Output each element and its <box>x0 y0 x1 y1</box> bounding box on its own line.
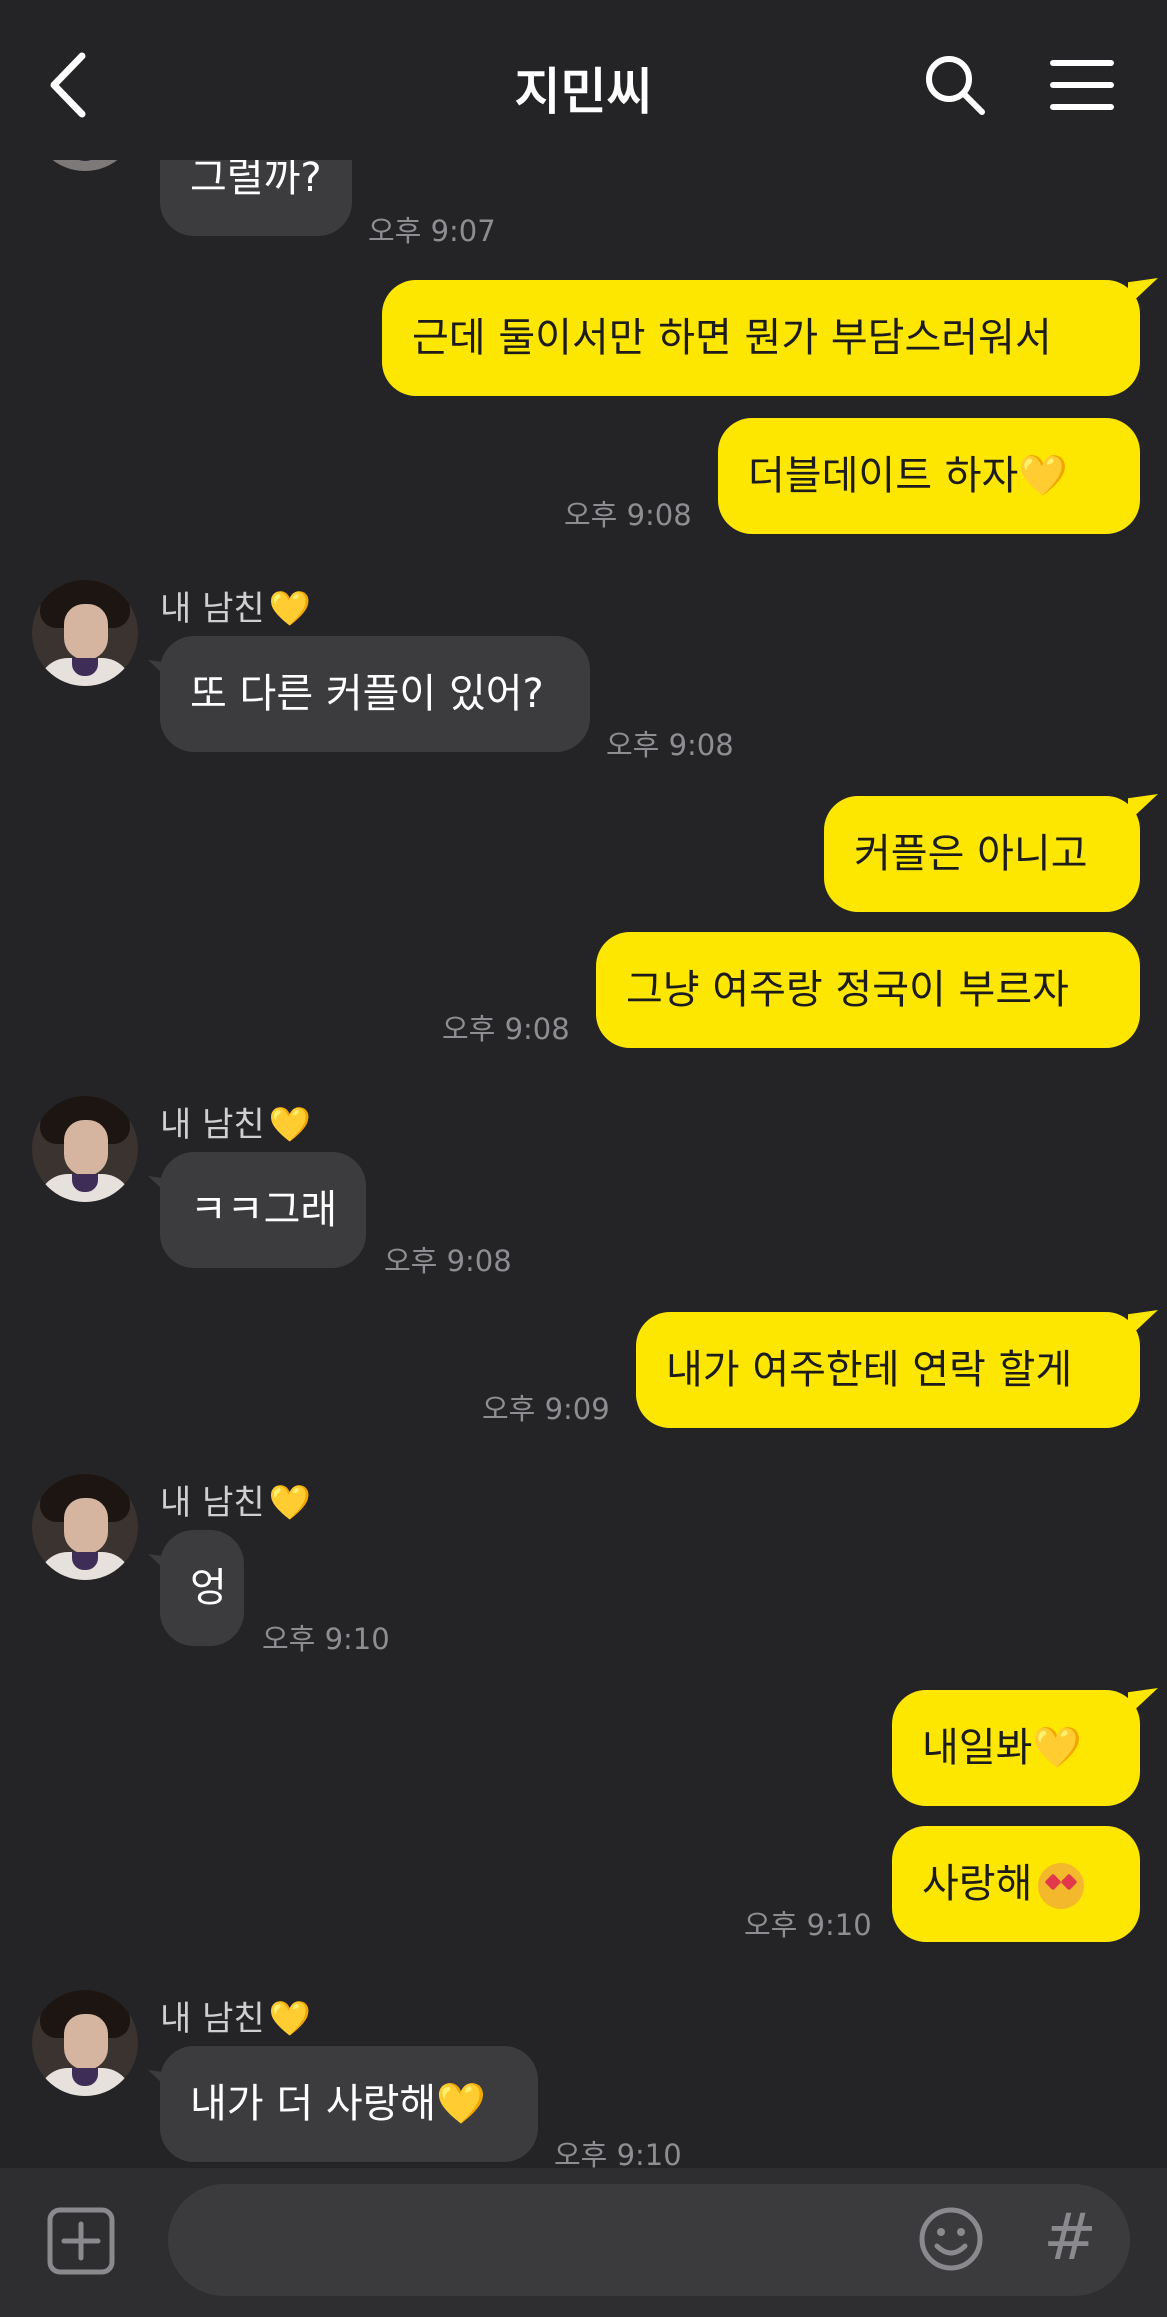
heart-eyes-cat-icon <box>1038 1863 1085 1909</box>
message-bubble[interactable]: 근데 둘이서만 하면 뭔가 부담스러워서 <box>382 280 1140 396</box>
hashtag-button[interactable]: # <box>1040 2198 1100 2278</box>
hamburger-menu-icon[interactable] <box>1048 58 1116 112</box>
chat-title: 지민씨 <box>514 63 653 121</box>
avatar[interactable] <box>32 1474 138 1580</box>
yellow-heart-icon: 💛 <box>1032 1725 1083 1771</box>
message-input[interactable] <box>168 2184 1130 2296</box>
chat-header: 지민씨 <box>0 0 1167 160</box>
sender-name: 내 남친💛 <box>160 1483 311 1523</box>
message-bubble[interactable]: ㅋㅋ그래 <box>160 1152 366 1268</box>
message-bubble[interactable]: 내가 더 사랑해💛 <box>160 2046 538 2162</box>
message-time: 오후 9:10 <box>744 1908 872 1942</box>
input-bar: # <box>0 2168 1167 2317</box>
message-bubble[interactable]: 또 다른 커플이 있어? <box>160 636 590 752</box>
message-bubble[interactable]: 더블데이트 하자💛 <box>718 418 1140 534</box>
message-bubble[interactable]: 사랑해 <box>892 1826 1140 1942</box>
sender-name: 내 남친💛 <box>160 1105 311 1145</box>
message-time: 오후 9:08 <box>564 498 692 532</box>
message-bubble[interactable]: 내일봐💛 <box>892 1690 1140 1806</box>
avatar[interactable] <box>32 1096 138 1202</box>
message-time: 오후 9:09 <box>482 1392 610 1426</box>
message-time: 오후 9:08 <box>384 1244 512 1278</box>
avatar[interactable] <box>32 1990 138 2096</box>
message-bubble[interactable]: 그냥 여주랑 정국이 부르자 <box>596 932 1140 1048</box>
yellow-heart-icon: 💛 <box>1018 453 1069 499</box>
yellow-heart-icon: 💛 <box>436 2081 487 2127</box>
message-time: 오후 9:08 <box>606 728 734 762</box>
plus-square-icon[interactable] <box>46 2206 116 2276</box>
sender-name: 내 남친💛 <box>160 589 311 629</box>
message-time: 오후 9:10 <box>262 1622 390 1656</box>
message-time: 오후 9:07 <box>368 214 496 248</box>
message-bubble[interactable]: 커플은 아니고 <box>824 796 1140 912</box>
avatar[interactable] <box>32 580 138 686</box>
message-bubble[interactable]: 엉 <box>160 1530 244 1646</box>
smiley-icon[interactable] <box>918 2206 984 2272</box>
sender-name: 내 남친💛 <box>160 1999 311 2039</box>
message-bubble[interactable]: 내가 여주한테 연락 할게 <box>636 1312 1140 1428</box>
search-icon[interactable] <box>922 52 988 118</box>
message-time: 오후 9:08 <box>442 1012 570 1046</box>
